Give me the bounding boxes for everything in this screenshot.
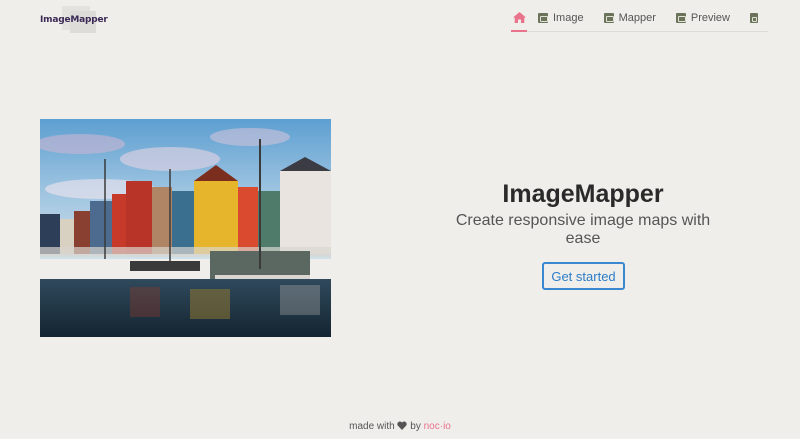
logo[interactable]: ImageMapper	[40, 6, 108, 34]
nav-mapper-label: Mapper	[618, 12, 656, 24]
logo-text: ImageMapper	[40, 15, 108, 25]
footer: made with by noc·io	[0, 421, 800, 432]
footer-by: by	[410, 421, 421, 432]
get-started-button[interactable]: Get started	[542, 262, 625, 290]
nav-preview-label: Preview	[690, 12, 730, 24]
nav-home[interactable]	[511, 4, 527, 32]
nav-mapper[interactable]: Mapper	[594, 4, 666, 32]
hero-image	[40, 119, 331, 337]
mapper-icon	[603, 13, 614, 23]
hero-subtitle: Create responsive image maps with ease	[455, 212, 711, 247]
brand-link[interactable]: noc·io	[424, 421, 451, 432]
preview-icon	[675, 13, 686, 23]
nav-download[interactable]	[740, 4, 768, 32]
home-icon	[512, 11, 526, 23]
top-nav: Image Mapper Preview	[511, 4, 768, 32]
nav-image[interactable]: Image	[527, 4, 594, 32]
image-icon	[538, 13, 548, 23]
hero-title: ImageMapper	[502, 180, 664, 208]
footer-prefix: made with	[349, 421, 395, 432]
nav-image-label: Image	[553, 12, 584, 24]
download-icon	[750, 13, 758, 23]
heart-icon	[397, 421, 408, 430]
nav-preview[interactable]: Preview	[666, 4, 740, 32]
